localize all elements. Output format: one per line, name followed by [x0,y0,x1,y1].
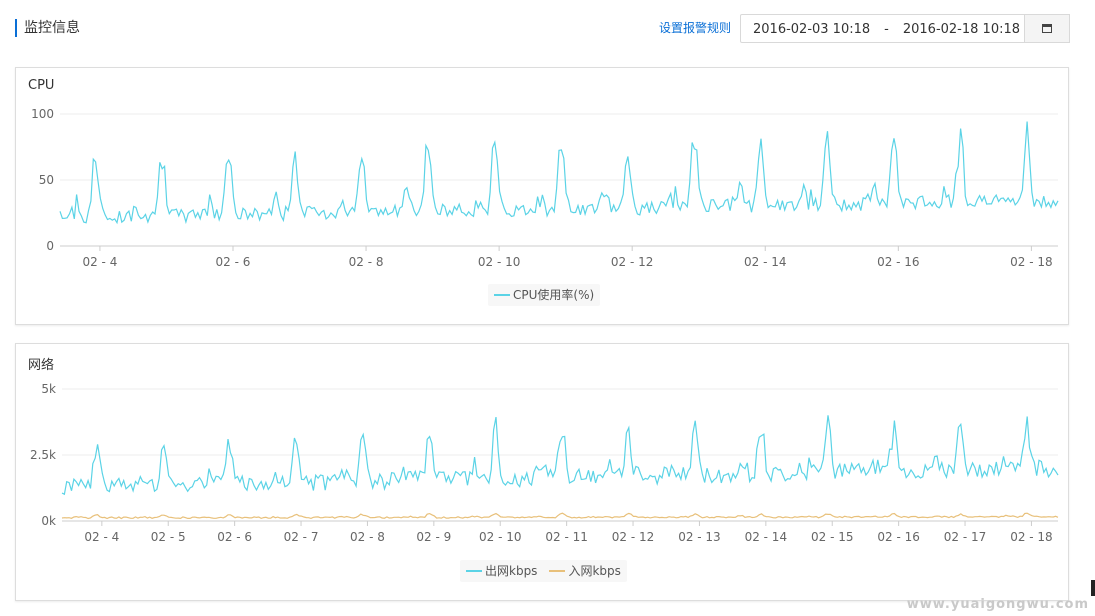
y-tick-label: 100 [31,107,54,121]
x-tick-label: 02 - 6 [217,530,252,544]
x-tick-label: 02 - 4 [84,530,119,544]
series-line-1 [61,512,1059,520]
x-tick-label: 02 - 4 [82,255,117,269]
watermark: www.yuaigongwu.com [906,597,1089,612]
x-tick-label: 02 - 8 [350,530,385,544]
y-tick-label: 50 [39,173,54,187]
y-tick-label: 5k [41,382,56,396]
x-tick-label: 02 - 5 [151,530,186,544]
legend-swatch [549,569,566,572]
x-tick-label: 02 - 9 [416,530,451,544]
x-tick-label: 02 - 14 [744,255,787,269]
legend-swatch [466,569,482,572]
x-tick-label: 02 - 17 [944,530,987,544]
x-tick-label: 02 - 12 [612,530,655,544]
legend-label: 入网kbps [568,564,621,578]
date-range-input[interactable]: 2016-02-03 10:18-2016-02-18 10:18 [740,14,1051,43]
x-tick-label: 02 - 13 [678,530,721,544]
x-tick-label: 02 - 11 [545,530,588,544]
x-tick-label: 02 - 10 [479,530,522,544]
page-title: 监控信息 [24,20,80,36]
x-tick-label: 02 - 14 [745,530,788,544]
x-tick-label: 02 - 18 [1010,255,1053,269]
network-chart-panel: 网络 0k 2.5k 5k 02 - 4 02 - 5 02 - 6 02 - 7 02 - … [15,343,1069,601]
date-to: 2016-02-18 10:18 [902,22,1021,37]
x-tick-label: 02 - 18 [1010,530,1053,544]
x-tick-label: 02 - 12 [611,255,654,269]
legend-item[interactable]: 入网kbps [543,560,626,582]
legend-item[interactable]: CPU使用率(%) [488,284,600,306]
calendar-icon [1042,24,1052,33]
series-line-0 [59,121,1059,225]
network-chart-legend: 出网kbps 入网kbps [460,560,627,582]
y-tick-label: 2.5k [30,448,56,462]
y-tick-label: 0 [46,239,54,253]
legend-item[interactable]: 出网kbps [460,560,543,582]
x-tick-label: 02 - 8 [349,255,384,269]
cpu-chart-panel: CPU 0 50 100 02 - 4 02 - 6 02 - 8 02 - 10 02 - … [15,67,1069,325]
date-from: 2016-02-03 10:18 [753,22,871,37]
x-tick-label: 02 - 10 [478,255,521,269]
legend-label: 出网kbps [485,564,538,578]
x-tick-label: 02 - 16 [877,255,920,269]
legend-swatch [494,293,510,296]
y-tick-label: 0k [41,514,56,528]
scroll-edge-marker [1091,580,1095,596]
x-tick-label: 02 - 6 [216,255,251,269]
title-accent-bar [15,19,17,37]
date-separator: - [884,22,889,37]
legend-label: CPU使用率(%) [513,288,595,302]
calendar-button[interactable] [1024,14,1070,43]
x-tick-label: 02 - 16 [877,530,920,544]
x-tick-label: 02 - 15 [811,530,854,544]
cpu-chart-legend: CPU使用率(%) [488,284,601,306]
x-tick-label: 02 - 7 [284,530,319,544]
alert-rules-link[interactable]: 设置报警规则 [659,20,731,36]
